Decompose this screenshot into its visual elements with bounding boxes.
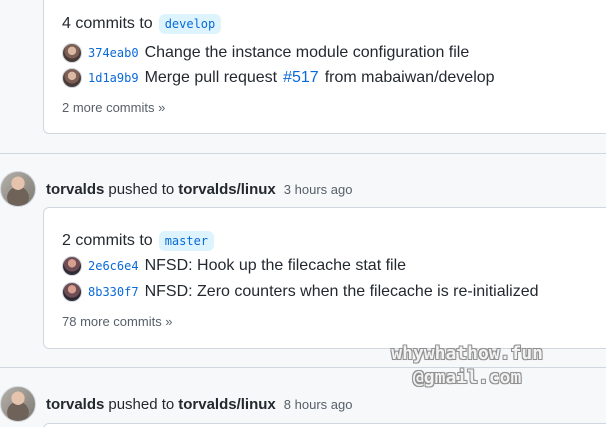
repository-link[interactable]: torvalds/linux (178, 396, 276, 413)
commit-row: 374eab0 Change the instance module confi… (62, 43, 469, 63)
actor-link[interactable]: torvalds (46, 181, 104, 198)
commit-row: 8b330f7 NFSD: Zero counters when the fil… (62, 282, 539, 302)
push-event-header: torvalds pushed to torvalds/linux 3 hour… (0, 171, 352, 207)
commit-card-develop: 4 commits to develop 374eab0 Change the … (43, 0, 606, 134)
commit-row: 2e6c6e4 NFSD: Hook up the filecache stat… (62, 256, 406, 276)
avatar[interactable] (0, 386, 36, 422)
pull-request-link[interactable]: #517 (283, 69, 319, 87)
push-event-header: torvalds pushed to torvalds/linux 8 hour… (0, 386, 352, 422)
commit-message: Change the instance module configuration… (144, 44, 470, 61)
commit-author-avatar[interactable] (62, 256, 82, 276)
commit-message-prefix: Merge pull request (144, 69, 278, 86)
watermark: whywhathow.fun @gmail.com (391, 342, 543, 390)
commit-row: 1d1a9b9 Merge pull request #517 from mab… (62, 68, 495, 88)
commit-card-master: 2 commits to master 2e6c6e4 NFSD: Hook u… (43, 207, 606, 349)
commit-message-suffix: from mabaiwan/develop (324, 69, 495, 86)
event-time: 3 hours ago (283, 181, 353, 197)
commit-author-avatar[interactable] (62, 68, 82, 88)
event-divider (0, 153, 606, 154)
commit-card-partial (43, 423, 606, 427)
commit-sha-link[interactable]: 374eab0 (88, 46, 139, 60)
watermark-line-2: @gmail.com (412, 367, 522, 388)
commit-count-text: 2 commits to (62, 232, 153, 249)
commit-sha-link[interactable]: 2e6c6e4 (88, 259, 139, 273)
commit-count-text: 4 commits to (62, 15, 153, 32)
event-time: 8 hours ago (283, 396, 353, 412)
commit-author-avatar[interactable] (62, 282, 82, 302)
avatar[interactable] (0, 171, 36, 207)
event-verb: pushed to (108, 395, 175, 413)
commit-author-avatar[interactable] (62, 43, 82, 63)
more-commits-link[interactable]: 2 more commits » (62, 100, 165, 115)
activity-feed: 4 commits to develop 374eab0 Change the … (0, 0, 606, 427)
commit-summary: 2 commits to master (62, 231, 215, 251)
repository-link[interactable]: torvalds/linux (178, 181, 276, 198)
branch-label[interactable]: master (158, 231, 215, 251)
branch-label[interactable]: develop (158, 14, 222, 34)
more-commits-link[interactable]: 78 more commits » (62, 314, 173, 329)
event-verb: pushed to (108, 180, 175, 198)
commit-sha-link[interactable]: 1d1a9b9 (88, 71, 139, 85)
commit-message: NFSD: Zero counters when the filecache i… (144, 283, 539, 300)
commit-message: NFSD: Hook up the filecache stat file (144, 257, 407, 274)
commit-sha-link[interactable]: 8b330f7 (88, 285, 139, 299)
commit-summary: 4 commits to develop (62, 14, 222, 34)
actor-link[interactable]: torvalds (46, 396, 104, 413)
event-divider (0, 367, 606, 368)
